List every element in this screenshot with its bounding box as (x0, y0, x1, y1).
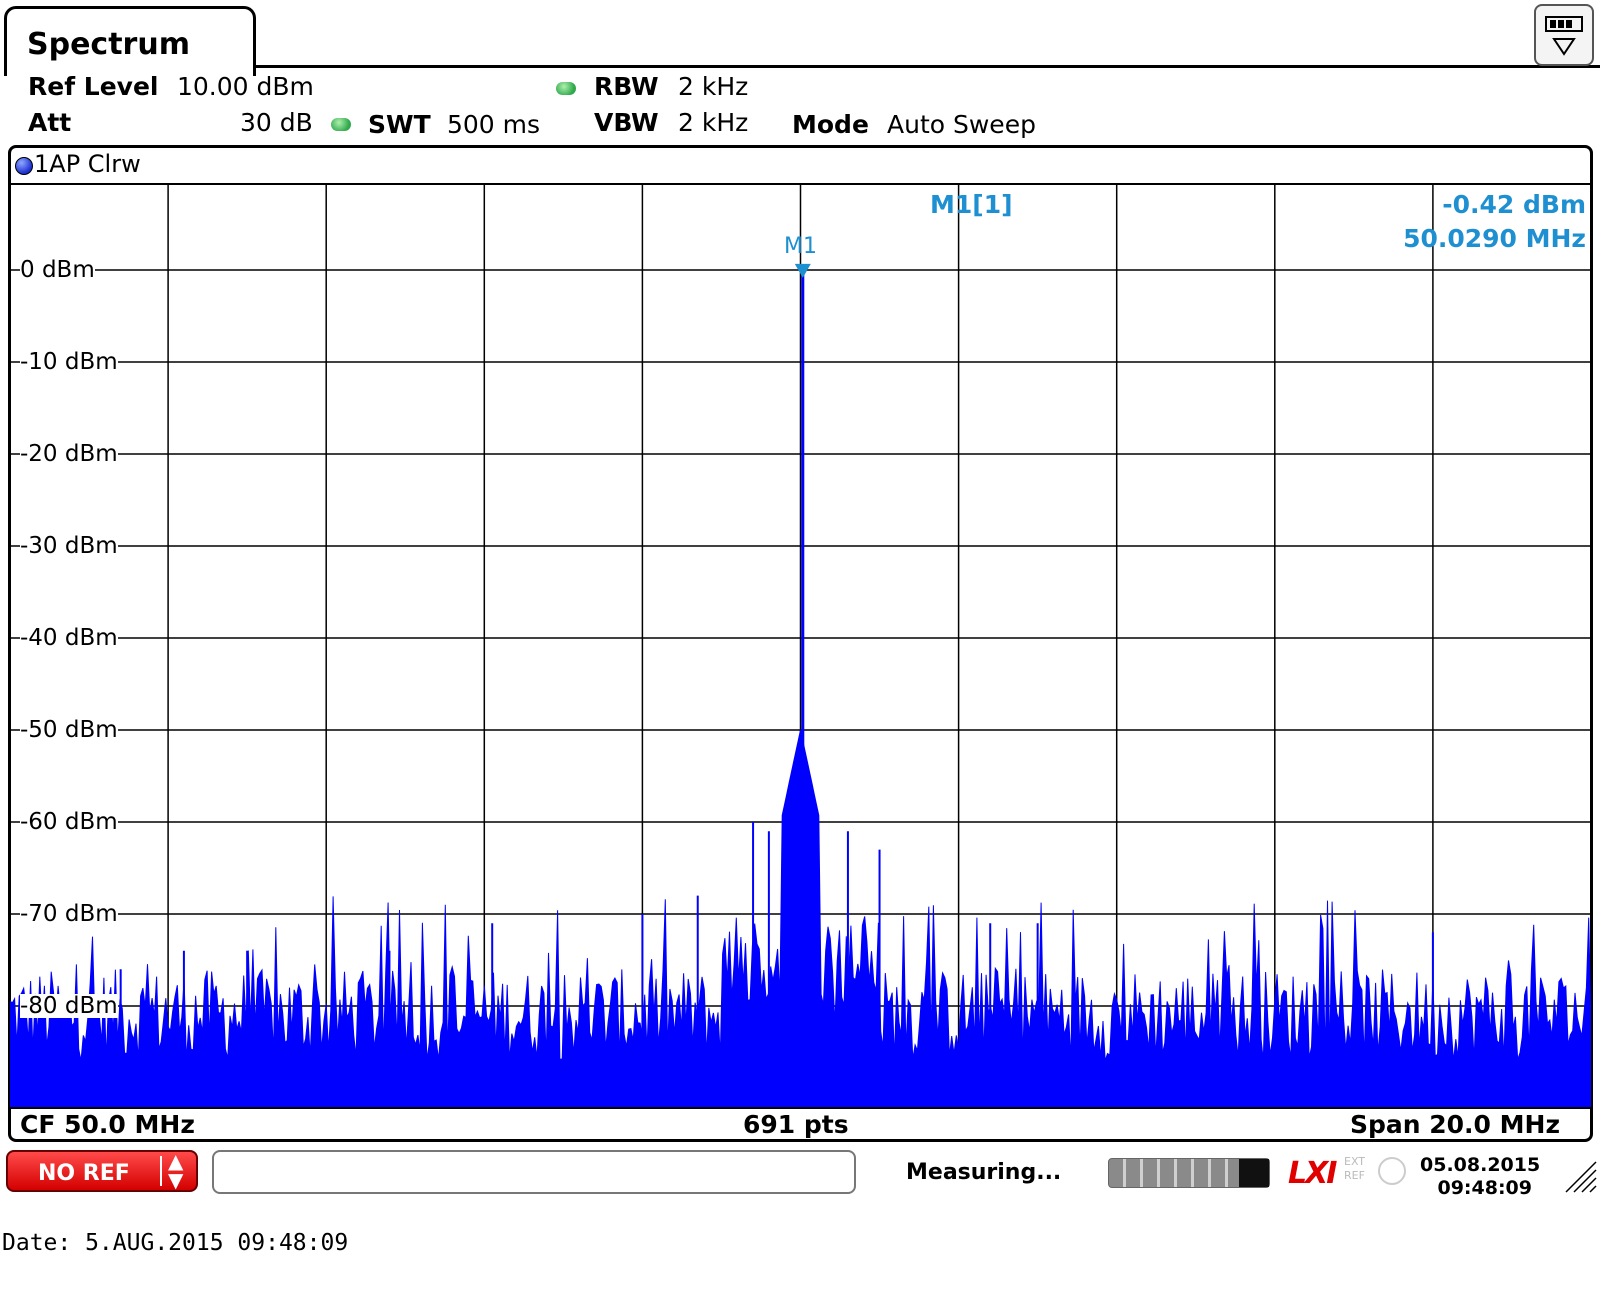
ref-level-value[interactable]: 10.00 dBm (177, 72, 314, 101)
vbw-label: VBW (594, 108, 659, 137)
print-date-line: Date: 5.AUG.2015 09:48:09 (2, 1230, 349, 1256)
marker-m1-label[interactable]: M1 (784, 234, 817, 259)
rbw-led-indicator (556, 82, 576, 95)
att-label: Att (28, 108, 72, 137)
spectrum-plot[interactable] (10, 185, 1591, 1107)
no-ref-button[interactable]: NO REF ▲ ▼ (6, 1150, 198, 1192)
diagram-bottom-separator (10, 1107, 1591, 1109)
no-ref-divider (160, 1156, 162, 1186)
window-menu-button[interactable] (1534, 4, 1594, 66)
mode-value[interactable]: Auto Sweep (887, 110, 1036, 139)
rbw-label: RBW (594, 72, 659, 101)
ext-label: EXT (1344, 1155, 1366, 1168)
att-value[interactable]: 30 dB (240, 108, 313, 137)
trace-label[interactable]: 1AP Clrw (34, 150, 141, 178)
trace-indicator-icon (15, 157, 33, 175)
lxi-logo: LXI (1288, 1156, 1337, 1191)
header-divider (254, 65, 1600, 68)
tab-title: Spectrum (27, 27, 190, 62)
swt-value[interactable]: 500 ms (447, 110, 540, 139)
y-axis-label: -60 dBm (20, 809, 118, 835)
sweep-progress-bar (1108, 1158, 1270, 1188)
ref-level-label: Ref Level (28, 72, 159, 101)
marker-readout-level: -0.42 dBm (1442, 190, 1586, 219)
vbw-value[interactable]: 2 kHz (678, 108, 748, 137)
ext-ref-icon (1378, 1157, 1406, 1185)
y-axis-label: -20 dBm (20, 441, 118, 467)
spectrum-tab[interactable]: Spectrum (4, 6, 256, 76)
ref-label: REF (1344, 1169, 1365, 1182)
y-axis-label: -70 dBm (20, 901, 118, 927)
y-axis-label: -40 dBm (20, 625, 118, 651)
progress-fill (1239, 1159, 1269, 1187)
swt-led-indicator (331, 118, 351, 131)
status-time: 09:48:09 (1437, 1177, 1532, 1199)
marker-m1-triangle-icon (794, 263, 811, 278)
no-ref-label: NO REF (38, 1161, 130, 1186)
y-axis-label: 0 dBm (20, 257, 95, 283)
message-box (212, 1150, 856, 1194)
status-date: 05.08.2015 (1420, 1154, 1541, 1176)
y-axis-label: -30 dBm (20, 533, 118, 559)
center-frequency[interactable]: CF 50.0 MHz (20, 1110, 195, 1139)
up-down-arrow-icon: ▲ ▼ (168, 1149, 184, 1192)
status-text: Measuring... (906, 1160, 1062, 1185)
y-axis-label: -10 dBm (20, 349, 118, 375)
ext-ref-indicator: EXT REF (1344, 1155, 1365, 1183)
resize-grip-icon[interactable] (1564, 1160, 1598, 1194)
window-menu-icon (1545, 16, 1583, 56)
span[interactable]: Span 20.0 MHz (1350, 1110, 1560, 1139)
rbw-value[interactable]: 2 kHz (678, 72, 748, 101)
mode-label: Mode (792, 110, 869, 139)
y-axis-label: -50 dBm (20, 717, 118, 743)
marker-readout-frequency: 50.0290 MHz (1403, 224, 1586, 253)
sweep-points: 691 pts (743, 1110, 849, 1139)
y-axis-label: -80 dBm (20, 993, 118, 1019)
swt-label: SWT (368, 110, 431, 139)
marker-readout-name: M1[1] (930, 190, 1013, 219)
